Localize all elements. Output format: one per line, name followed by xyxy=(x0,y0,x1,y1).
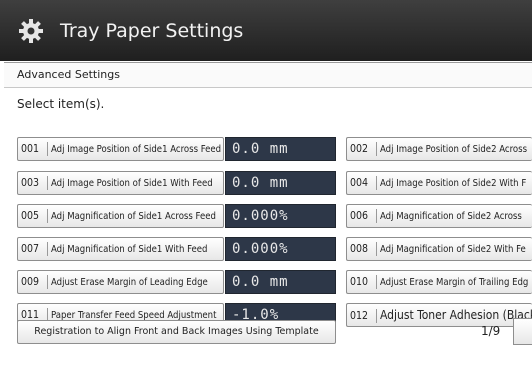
item-number: 005 xyxy=(21,210,40,222)
item-label: Adj Image Position of Side1 Across Feed xyxy=(51,144,222,155)
item-label: Adj Magnification of Side1 With Feed xyxy=(51,244,208,255)
divider xyxy=(47,176,48,190)
item-label: Adjust Erase Margin of Leading Edge xyxy=(51,277,208,288)
divider xyxy=(376,308,377,323)
window-title: Tray Paper Settings xyxy=(60,19,244,42)
setting-button-001[interactable]: 001 Adj Image Position of Side1 Across Fe… xyxy=(17,137,224,161)
item-label: Adjust Toner Adhesion (Black xyxy=(380,308,532,322)
item-label: Adj Magnification of Side1 Across Feed xyxy=(51,211,216,222)
setting-button-012[interactable]: 012 Adjust Toner Adhesion (Black xyxy=(346,303,532,327)
item-label: Adj Image Position of Side1 With Feed xyxy=(51,178,213,189)
setting-button-004[interactable]: 004 Adj Image Position of Side2 With F xyxy=(346,171,532,195)
divider xyxy=(376,142,377,156)
template-registration-button[interactable]: Registration to Align Front and Back Ima… xyxy=(17,320,336,344)
divider xyxy=(47,275,48,289)
setting-button-005[interactable]: 005 Adj Magnification of Side1 Across Fee… xyxy=(17,204,224,228)
setting-button-009[interactable]: 009 Adjust Erase Margin of Leading Edge xyxy=(17,270,224,294)
setting-button-008[interactable]: 008 Adj Magnification of Side2 With Fe xyxy=(346,237,532,261)
item-number: 001 xyxy=(21,143,40,155)
divider xyxy=(47,242,48,256)
previous-page-button[interactable] xyxy=(513,318,532,345)
divider xyxy=(376,176,377,190)
item-label: Adj Magnification of Side2 Across xyxy=(380,211,522,222)
item-number: 010 xyxy=(350,276,369,288)
title-bar: Tray Paper Settings xyxy=(0,0,532,61)
instruction-text: Select item(s). xyxy=(17,97,105,111)
item-number: 008 xyxy=(350,243,369,255)
item-number: 004 xyxy=(350,177,369,189)
setting-button-007[interactable]: 007 Adj Magnification of Side1 With Feed xyxy=(17,237,224,261)
page-indicator: 1/9 xyxy=(481,324,501,338)
setting-value-001: 0.0 mm xyxy=(225,137,336,161)
gear-icon xyxy=(18,18,44,44)
item-label: Adj Image Position of Side2 With F xyxy=(380,178,527,189)
divider xyxy=(376,275,377,289)
item-number: 002 xyxy=(350,143,369,155)
item-number: 009 xyxy=(21,276,40,288)
item-number: 012 xyxy=(350,310,369,322)
item-label: Adj Magnification of Side2 With Fe xyxy=(380,244,526,255)
setting-button-002[interactable]: 002 Adj Image Position of Side2 Across xyxy=(346,137,532,161)
item-number: 006 xyxy=(350,210,369,222)
divider xyxy=(47,142,48,156)
item-label: Adj Image Position of Side2 Across xyxy=(380,144,528,155)
divider xyxy=(47,209,48,223)
setting-value-009: 0.0 mm xyxy=(225,270,336,294)
item-number: 003 xyxy=(21,177,40,189)
setting-value-003: 0.0 mm xyxy=(225,171,336,195)
divider xyxy=(376,209,377,223)
setting-button-010[interactable]: 010 Adjust Erase Margin of Trailing Edg xyxy=(346,270,532,294)
item-number: 007 xyxy=(21,243,40,255)
setting-button-003[interactable]: 003 Adj Image Position of Side1 With Feed xyxy=(17,171,224,195)
setting-value-005: 0.000% xyxy=(225,204,336,228)
item-label: Adjust Erase Margin of Trailing Edg xyxy=(380,277,529,288)
setting-button-006[interactable]: 006 Adj Magnification of Side2 Across xyxy=(346,204,532,228)
divider xyxy=(376,242,377,256)
setting-value-007: 0.000% xyxy=(225,237,336,261)
breadcrumb: Advanced Settings xyxy=(4,62,532,88)
